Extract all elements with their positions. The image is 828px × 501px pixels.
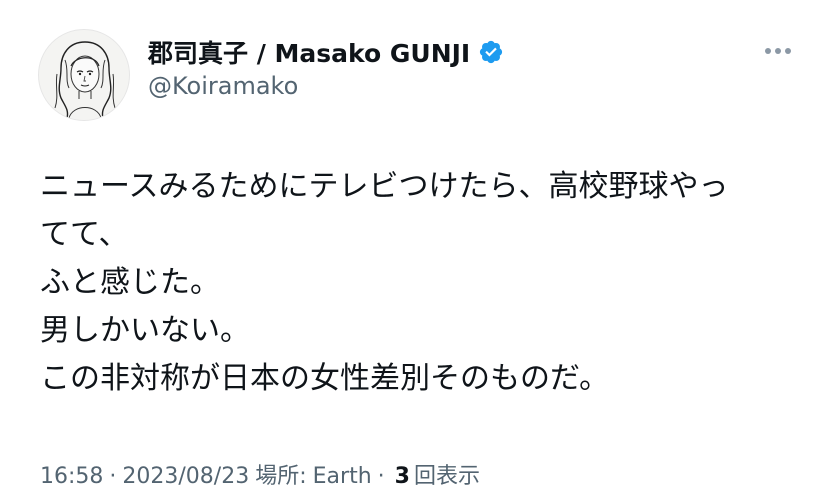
location-value[interactable]: Earth	[313, 464, 372, 489]
portrait-illustration-icon	[54, 41, 116, 119]
location-label: 場所:	[255, 464, 307, 489]
more-dot	[765, 48, 771, 54]
tweet-line: ニュースみるためにテレビつけたら、高校野球やっ	[40, 169, 729, 204]
tweet-line: この非対称が日本の女性差別そのものだ。	[40, 361, 610, 396]
avatar[interactable]	[38, 29, 130, 121]
more-dot	[785, 48, 791, 54]
tweet-line: 男しかいない。	[40, 313, 250, 348]
author-display-name[interactable]: 郡司真子 / Masako GUNJI	[148, 34, 470, 70]
tweet-time[interactable]: 16:58	[40, 464, 103, 489]
meta-separator: ·	[109, 464, 117, 489]
verified-badge-icon	[480, 40, 503, 64]
tweet-card: 郡司真子 / Masako GUNJI @Koiramako ニュースみるために…	[0, 0, 828, 501]
tweet-date[interactable]: 2023/08/23	[122, 464, 249, 489]
author-name-row[interactable]: 郡司真子 / Masako GUNJI	[148, 34, 504, 70]
tweet-text: ニュースみるためにテレビつけたら、高校野球やっ てて、 ふと感じた。 男しかいな…	[40, 163, 800, 403]
more-options-icon[interactable]	[758, 36, 798, 66]
tweet-line: ふと感じた。	[40, 265, 220, 300]
more-dot	[775, 48, 781, 54]
tweet-line: てて、	[40, 217, 129, 252]
view-count-label: 回表示	[413, 464, 480, 489]
tweet-metadata: 16:58 · 2023/08/23 場所: Earth · 3 回表示	[40, 458, 480, 490]
meta-separator: ·	[377, 464, 385, 489]
view-count[interactable]: 3	[395, 464, 410, 489]
author-handle[interactable]: @Koiramako	[148, 72, 298, 100]
